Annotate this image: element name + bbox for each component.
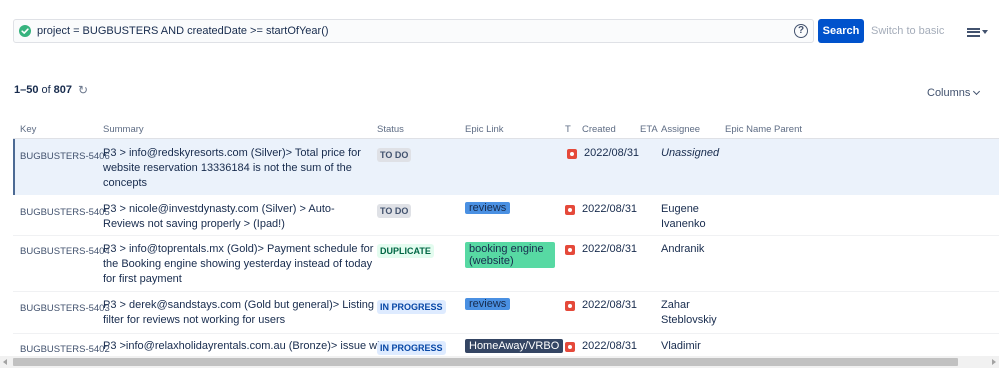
assignee[interactable]: Eugene Ivanenko: [661, 202, 721, 232]
assignee[interactable]: Andranik: [661, 242, 704, 257]
epic-link-lozenge[interactable]: HomeAway/VRBO: [465, 339, 564, 353]
created-date: 2022/08/31: [582, 243, 638, 255]
table-row[interactable]: BUGBUSTERS-5402 P3 >info@relaxholidayren…: [13, 334, 999, 356]
issue-key[interactable]: BUGBUSTERS-5402: [20, 342, 110, 356]
created-date: 2022/08/31: [582, 340, 638, 352]
results-of-label: of: [41, 84, 51, 96]
issue-key[interactable]: BUGBUSTERS-5403: [20, 301, 110, 316]
column-header-key[interactable]: Key: [20, 124, 36, 135]
chevron-down-icon: [982, 30, 988, 34]
status-badge[interactable]: TO DO: [377, 148, 412, 162]
scroll-right-icon[interactable]: [992, 359, 996, 365]
bug-icon: [567, 149, 577, 159]
epic-link-lozenge[interactable]: booking engine (website): [465, 242, 555, 268]
columns-label: Columns: [927, 87, 971, 99]
issue-summary[interactable]: P3 > info@redskyresorts.com (Silver)> To…: [103, 146, 375, 191]
results-count: 1–50 of 807 ↻: [14, 83, 88, 97]
column-header-type[interactable]: T: [565, 124, 571, 135]
table-row[interactable]: BUGBUSTERS-5406 P3 > info@redskyresorts.…: [13, 139, 999, 195]
issue-summary[interactable]: P3 > info@toprentals.mx (Gold)> Payment …: [103, 242, 375, 287]
created-date: 2022/08/31: [582, 203, 638, 215]
switch-to-basic-link[interactable]: Switch to basic: [871, 25, 944, 37]
assignee[interactable]: Vladimir: [661, 339, 701, 354]
status-badge[interactable]: IN PROGRESS: [377, 300, 446, 314]
table-row[interactable]: BUGBUSTERS-5405 P3 > nicole@investdynast…: [13, 195, 999, 236]
jql-query-input[interactable]: project = BUGBUSTERS AND createdDate >= …: [13, 19, 814, 43]
table-row[interactable]: BUGBUSTERS-5403 P3 > derek@sandstays.com…: [13, 292, 999, 334]
issue-summary[interactable]: P3 > derek@sandstays.com (Gold but gener…: [103, 298, 375, 328]
column-header-summary[interactable]: Summary: [103, 124, 144, 135]
search-button[interactable]: Search: [818, 19, 864, 43]
view-menu-icon[interactable]: [967, 27, 989, 37]
check-circle-icon: [19, 25, 31, 37]
bug-icon: [565, 301, 575, 311]
horizontal-scrollbar[interactable]: [0, 356, 999, 368]
issue-key[interactable]: BUGBUSTERS-5404: [20, 244, 110, 259]
chevron-down-icon: [973, 87, 981, 96]
bug-icon: [565, 342, 575, 352]
bug-icon: [565, 205, 575, 215]
issue-key[interactable]: BUGBUSTERS-5406: [20, 149, 110, 164]
column-header-eta[interactable]: ETA: [640, 124, 658, 135]
help-icon[interactable]: ?: [794, 24, 808, 38]
scrollbar-thumb[interactable]: [13, 358, 958, 366]
status-badge[interactable]: DUPLICATE: [377, 244, 434, 258]
assignee[interactable]: Zahar Steblovskiy: [661, 298, 721, 328]
issue-summary[interactable]: P3 >info@relaxholidayrentals.com.au (Bro…: [103, 339, 389, 354]
columns-button[interactable]: Columns: [927, 87, 981, 99]
status-badge[interactable]: TO DO: [377, 204, 412, 218]
epic-link-lozenge[interactable]: reviews: [465, 202, 511, 214]
assignee[interactable]: Unassigned: [661, 146, 719, 161]
epic-link-lozenge[interactable]: reviews: [465, 298, 511, 310]
jql-query-text[interactable]: project = BUGBUSTERS AND createdDate >= …: [37, 25, 329, 37]
column-header-epic-link[interactable]: Epic Link: [465, 124, 504, 135]
results-total: 807: [53, 84, 73, 96]
results-range: 1–50: [14, 84, 39, 96]
refresh-icon[interactable]: ↻: [78, 83, 88, 97]
column-header-status[interactable]: Status: [377, 124, 404, 135]
column-header-parent[interactable]: Parent: [774, 124, 802, 135]
status-badge[interactable]: IN PROGRESS: [377, 341, 446, 355]
table-row[interactable]: BUGBUSTERS-5404 P3 > info@toprentals.mx …: [13, 236, 999, 292]
bug-icon: [565, 245, 575, 255]
created-date: 2022/08/31: [584, 147, 640, 159]
issue-summary[interactable]: P3 > nicole@investdynasty.com (Silver) >…: [103, 202, 375, 232]
created-date: 2022/08/31: [582, 299, 638, 311]
issue-key[interactable]: BUGBUSTERS-5405: [20, 205, 110, 220]
scroll-left-icon[interactable]: [3, 359, 7, 365]
column-header-epic-name[interactable]: Epic Name: [725, 124, 771, 135]
column-header-created[interactable]: Created: [582, 124, 616, 135]
column-header-assignee[interactable]: Assignee: [661, 124, 700, 135]
